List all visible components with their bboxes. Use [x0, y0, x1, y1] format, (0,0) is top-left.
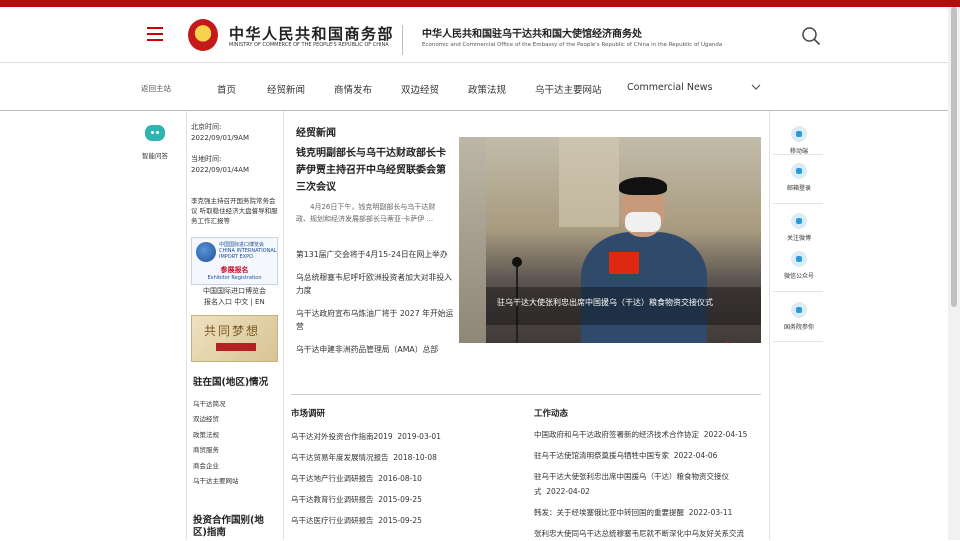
ministry-name-cn[interactable]: 中华人民共和国商务部	[229, 23, 394, 44]
robot-icon	[145, 125, 165, 141]
beijing-time-label: 北京时间:	[191, 123, 222, 131]
right-separator	[773, 291, 823, 292]
at-sign-icon	[791, 302, 807, 318]
scrollbar-thumb[interactable]	[951, 7, 957, 307]
expo-registration-link[interactable]: 报名入口 中文 | EN	[204, 297, 265, 308]
wechat-icon	[791, 251, 807, 267]
section-divider	[291, 394, 761, 395]
right-separator	[773, 341, 823, 342]
envelope-icon	[791, 163, 807, 179]
column-divider-left	[186, 111, 187, 540]
common-dream-banner[interactable]: 共同梦想	[191, 315, 278, 362]
work-item[interactable]: 驻乌干达大使张利忠出席中国援乌（干达）粮食物资交接仪式 2022-04-02	[534, 469, 759, 499]
news-item[interactable]: 乌总统穆塞韦尼呼吁欧洲投资者加大对非投入力度	[296, 271, 454, 297]
nav-item-home[interactable]: 首页	[217, 82, 236, 96]
country-link[interactable]: 乌干达主要网站	[193, 475, 239, 485]
local-time: 2022/09/01/4AM	[191, 166, 249, 174]
work-item[interactable]: 韩发：关于经埃塞俄比亚中转回国的重要提醒 2022-03-11	[534, 505, 764, 520]
trade-news-heading: 经贸新闻	[296, 128, 336, 139]
beijing-time: 2022/09/01/9AM	[191, 134, 249, 142]
mobile-phone-icon	[791, 126, 807, 142]
header-divider	[402, 25, 403, 55]
weibo-icon	[791, 213, 807, 229]
country-link[interactable]: 商贸服务	[193, 444, 219, 454]
mobile-link[interactable]: 移动端	[782, 126, 816, 155]
email-login-link[interactable]: 邮箱登录	[782, 163, 816, 192]
news-item[interactable]: 乌干达政府宣布乌炼油厂将于 2027 年开始运营	[296, 307, 454, 333]
local-time-label: 当地时间:	[191, 155, 222, 163]
country-info-heading: 驻在国(地区)情况	[193, 377, 269, 388]
ai-assistant-button[interactable]: 智能问答	[140, 125, 170, 160]
expo-title: 参展报名	[220, 266, 249, 274]
carousel-pager	[702, 334, 759, 343]
page-scrollbar[interactable]	[948, 7, 960, 540]
expo-caption: 中国国际进口博览会	[203, 287, 266, 295]
notice-link[interactable]: 李克强主持召开国务院常务会议 听取稳住经济大盘督导和服务工作汇报等	[191, 196, 281, 226]
nav-item-policy[interactable]: 政策法规	[468, 82, 506, 96]
lead-news-title[interactable]: 钱克明副部长与乌干达财政部长卡萨伊贾主持召开中乌经贸联委会第三次会议	[296, 145, 451, 196]
column-divider-right	[769, 111, 770, 540]
work-item[interactable]: 张利忠大使同乌干达总统穆塞韦尼就不断深化中乌友好关系交流	[534, 526, 764, 541]
right-separator	[773, 203, 823, 204]
market-item[interactable]: 乌干达对外投资合作指南2019 2019-03-01	[291, 431, 441, 442]
expo-globe-icon	[196, 242, 216, 262]
state-council-link[interactable]: 国务院参你	[782, 302, 816, 331]
market-item[interactable]: 乌干达教育行业调研报告 2015-09-25	[291, 494, 422, 505]
main-nav: 返回主站 首页 经贸新闻 商情发布 双边经贸 政策法规 乌干达主要网站 Comm…	[0, 63, 960, 111]
nav-item-websites[interactable]: 乌干达主要网站	[535, 82, 602, 96]
ai-assistant-label: 智能问答	[142, 152, 168, 160]
news-carousel[interactable]: 驻乌干达大使张利忠出席中国援乌（干达）粮食物资交接仪式	[459, 137, 761, 343]
market-research-heading: 市场调研	[291, 409, 326, 419]
expo-subtitle: Exhibitor Registration	[207, 275, 262, 281]
nav-item-trade-news[interactable]: 经贸新闻	[267, 82, 305, 96]
back-to-main-link[interactable]: 返回主站	[141, 83, 171, 94]
column-divider-mid	[283, 111, 284, 540]
ministry-name-en: MINISTRY OF COMMERCE OF THE PEOPLE'S REP…	[229, 42, 389, 48]
country-link[interactable]: 双边经贸	[193, 413, 219, 423]
country-link[interactable]: 乌干达简况	[193, 398, 226, 408]
work-item[interactable]: 中国政府和乌干达政府签署新的经济技术合作协定 2022-04-15	[534, 427, 764, 442]
dream-banner-seal	[216, 343, 256, 351]
national-emblem-logo	[188, 19, 218, 51]
expo-banner[interactable]: 中国国际进口博览会 CHINA INTERNATIONAL IMPORT EXPO…	[191, 237, 278, 285]
chevron-down-icon[interactable]	[751, 83, 761, 91]
office-name-cn: 中华人民共和国驻乌干达共和国大使馆经济商务处	[422, 29, 642, 40]
market-item[interactable]: 乌干达贸易年度发展情况报告 2018-10-08	[291, 452, 437, 463]
work-item[interactable]: 驻乌干达使馆清明祭奠援乌牺牲中国专家 2022-04-06	[534, 448, 764, 463]
search-icon[interactable]	[801, 26, 821, 46]
hamburger-menu-icon[interactable]	[147, 27, 163, 41]
investment-guide-heading: 投资合作国别(地区)指南	[193, 515, 264, 538]
work-news-heading: 工作动态	[534, 409, 569, 419]
news-item[interactable]: 乌干达申建非洲药品管理局（AMA）总部	[296, 343, 454, 356]
carousel-caption[interactable]: 驻乌干达大使张利忠出席中国援乌（干达）粮食物资交接仪式	[497, 297, 713, 308]
top-accent-bar	[0, 0, 960, 7]
right-separator	[773, 154, 823, 155]
market-item[interactable]: 乌干达地产行业调研报告 2016-08-10	[291, 473, 422, 484]
country-link[interactable]: 政策法规	[193, 429, 219, 439]
dream-banner-text: 共同梦想	[204, 324, 261, 338]
country-link[interactable]: 商会企业	[193, 460, 219, 470]
nav-item-commercial-news[interactable]: Commercial News	[627, 82, 713, 93]
expo-logo-cn: 中国国际进口博览会 CHINA INTERNATIONAL IMPORT EXPO	[219, 242, 277, 260]
weibo-link[interactable]: 关注微博	[782, 213, 816, 242]
site-header: 中华人民共和国商务部 MINISTRY OF COMMERCE OF THE P…	[0, 7, 960, 63]
office-name-en: Economic and Commercial Office of the Em…	[422, 42, 723, 48]
lead-news-summary: 4月26日下午，钱克明副部长与乌干达财政、规划和经济发展部部长马蒂亚·卡萨伊 .…	[296, 203, 436, 223]
market-item[interactable]: 乌干达医疗行业调研报告 2015-09-25	[291, 515, 422, 526]
wechat-link[interactable]: 微信公众号	[782, 251, 816, 280]
nav-item-bilateral[interactable]: 双边经贸	[401, 82, 439, 96]
nav-item-business-info[interactable]: 商情发布	[334, 82, 372, 96]
news-item[interactable]: 第131届广交会将于4月15-24日在网上举办	[296, 248, 454, 261]
